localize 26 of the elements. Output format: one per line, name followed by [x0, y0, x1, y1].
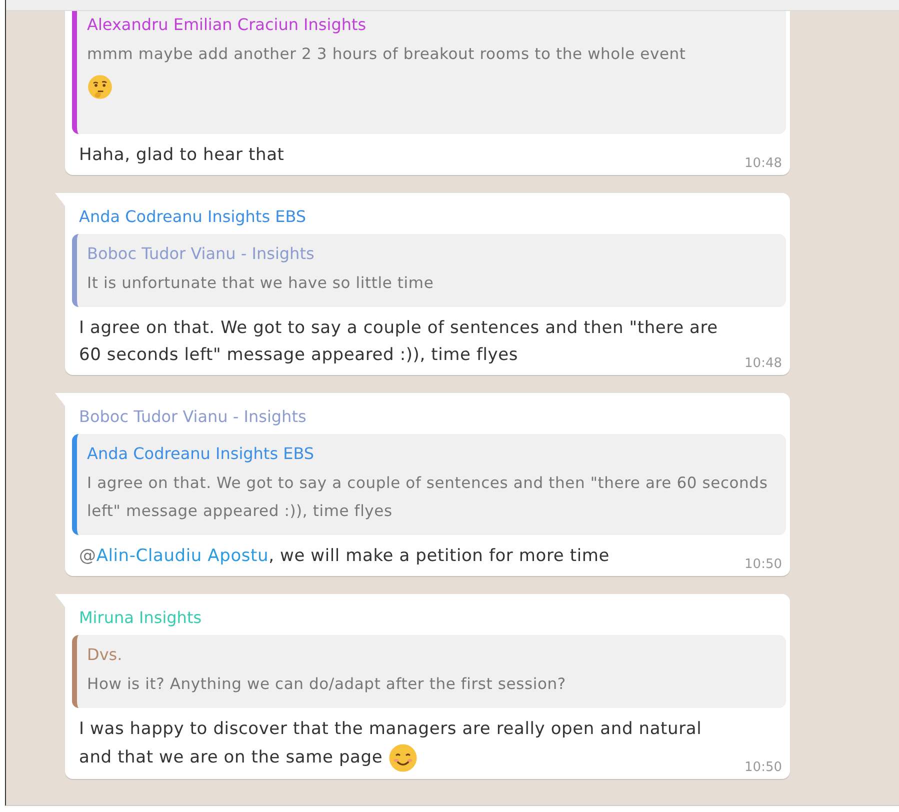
quoted-sender: Dvs.: [87, 645, 124, 664]
quoted-message[interactable]: Dvs. How is it? Anything we can do/adapt after the first session?: [72, 635, 786, 708]
quoted-sender: Boboc Tudor Vianu - Insights: [87, 244, 316, 263]
thinking-face-icon: [87, 74, 113, 100]
sender-name: Boboc Tudor Vianu - Insights: [78, 406, 308, 428]
sender-name: Anda Codreanu Insights EBS: [78, 206, 308, 228]
mention-link[interactable]: Alin-Claudiu Apostu: [96, 546, 269, 566]
message-time: 10:48: [744, 356, 783, 371]
quoted-message[interactable]: Anda Codreanu Insights EBS I agree on that. We got to say a couple of sentences and then "there are 60 seconds left" message appeared :)), time flyes: [72, 434, 786, 535]
message-time: 10:48: [744, 156, 783, 171]
message-text: @Alin-Claudiu Apostu, we will make a petition for more time: [79, 545, 610, 568]
quoted-text: How is it? Anything we can do/adapt after the first session?: [87, 674, 567, 695]
message-time: 10:50: [744, 760, 783, 775]
message-text: Haha, glad to hear that: [79, 144, 286, 167]
message-time: 10:50: [744, 557, 783, 572]
message-text: I agree on that. We got to say a couple of sentences and then "there are 60 seconds left" message appeared :)), time flyes: [79, 317, 719, 367]
quoted-sender: Alexandru Emilian Craciun Insights: [87, 15, 368, 34]
quoted-message[interactable]: Boboc Tudor Vianu - Insights It is unfortunate that we have so little time: [72, 234, 786, 307]
sender-name: Miruna Insights: [78, 607, 203, 629]
smiling-face-icon: [388, 743, 418, 773]
quoted-sender: Anda Codreanu Insights EBS: [87, 444, 316, 463]
message-text: I was happy to discover that the managers are really open and natural and that we are on the same page: [79, 716, 735, 773]
quoted-text: It is unfortunate that we have so little time: [87, 273, 435, 294]
quoted-text: I agree on that. We got to say a couple of sentences and then "there are 60 seconds left" message appeared :)), time flyes: [87, 473, 769, 522]
quoted-message[interactable]: Alexandru Emilian Craciun Insights mmm maybe add another 2 3 hours of breakout rooms to the whole event: [72, 11, 786, 134]
quoted-text: mmm maybe add another 2 3 hours of breakout rooms to the whole event: [87, 44, 687, 65]
